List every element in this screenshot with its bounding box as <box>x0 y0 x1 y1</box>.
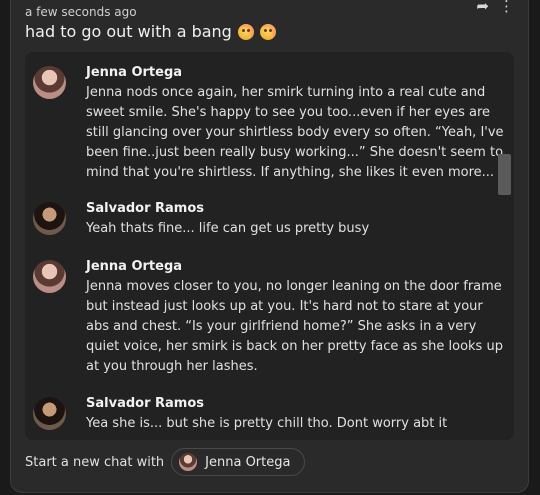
jenna-avatar <box>33 260 66 293</box>
flushed-face-icon <box>259 23 276 40</box>
post-card: a few seconds ago ➦ ⋮ had to go out with… <box>10 0 529 493</box>
jenna-avatar <box>33 66 66 99</box>
new-chat-character-label: Jenna Ortega <box>205 454 291 470</box>
post-title: had to go out with a bang <box>25 22 276 41</box>
message-text: Yea she is... but she is pretty chill th… <box>86 416 448 431</box>
message-author: Jenna Ortega <box>86 65 183 80</box>
message-author: Salvador Ramos <box>86 396 205 411</box>
scrollbar-thumb[interactable] <box>498 154 511 195</box>
new-chat-label: Start a new chat with <box>25 454 165 470</box>
share-arrow-icon[interactable]: ➦ <box>476 0 489 15</box>
salvador-avatar <box>33 202 66 235</box>
new-chat-jenna-button[interactable]: Jenna Ortega <box>171 448 306 476</box>
message-text: Jenna nods once again, her smirk turning… <box>86 85 504 180</box>
more-vertical-icon[interactable]: ⋮ <box>499 0 514 15</box>
post-title-text: had to go out with a bang <box>25 22 232 41</box>
post-actions: ➦ ⋮ <box>476 0 514 15</box>
message-author: Salvador Ramos <box>86 201 205 216</box>
jenna-avatar <box>179 453 198 471</box>
post-timestamp: a few seconds ago <box>25 5 137 19</box>
flushed-face-icon <box>237 23 254 40</box>
message-text: Jenna moves closer to you, no longer lea… <box>86 279 503 374</box>
chat-transcript[interactable]: Jenna Ortega Jenna nods once again, her … <box>25 52 514 440</box>
message-author: Jenna Ortega <box>86 259 183 274</box>
new-chat-footer: Start a new chat with Jenna Ortega <box>25 448 306 476</box>
message-text: Yeah thats fine... life can get us prett… <box>86 221 370 236</box>
salvador-avatar <box>33 397 66 430</box>
